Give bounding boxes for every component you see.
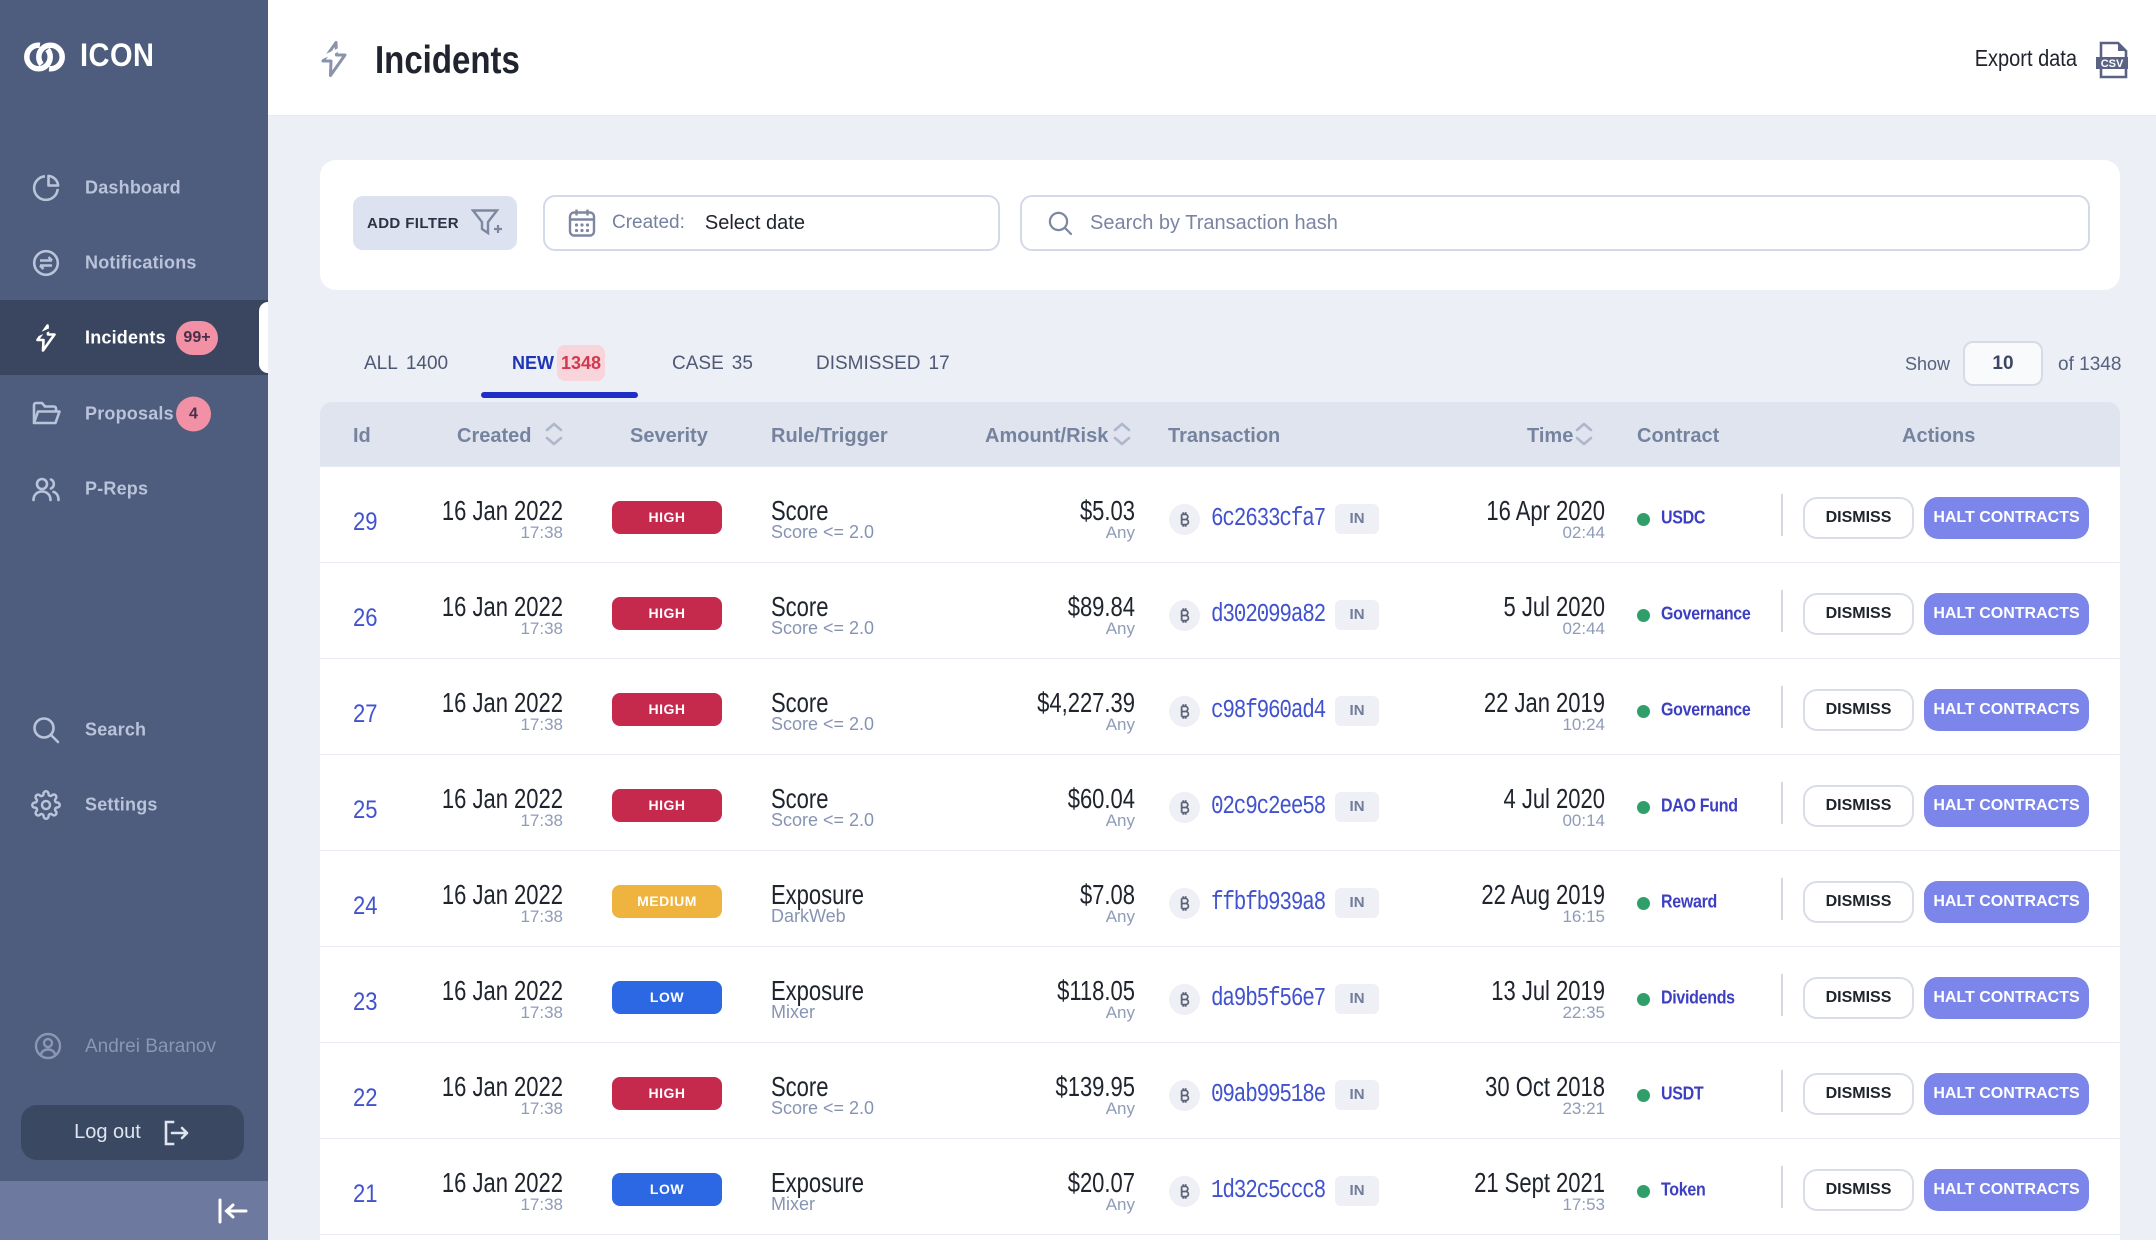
- svg-text:CSV: CSV: [2101, 58, 2124, 70]
